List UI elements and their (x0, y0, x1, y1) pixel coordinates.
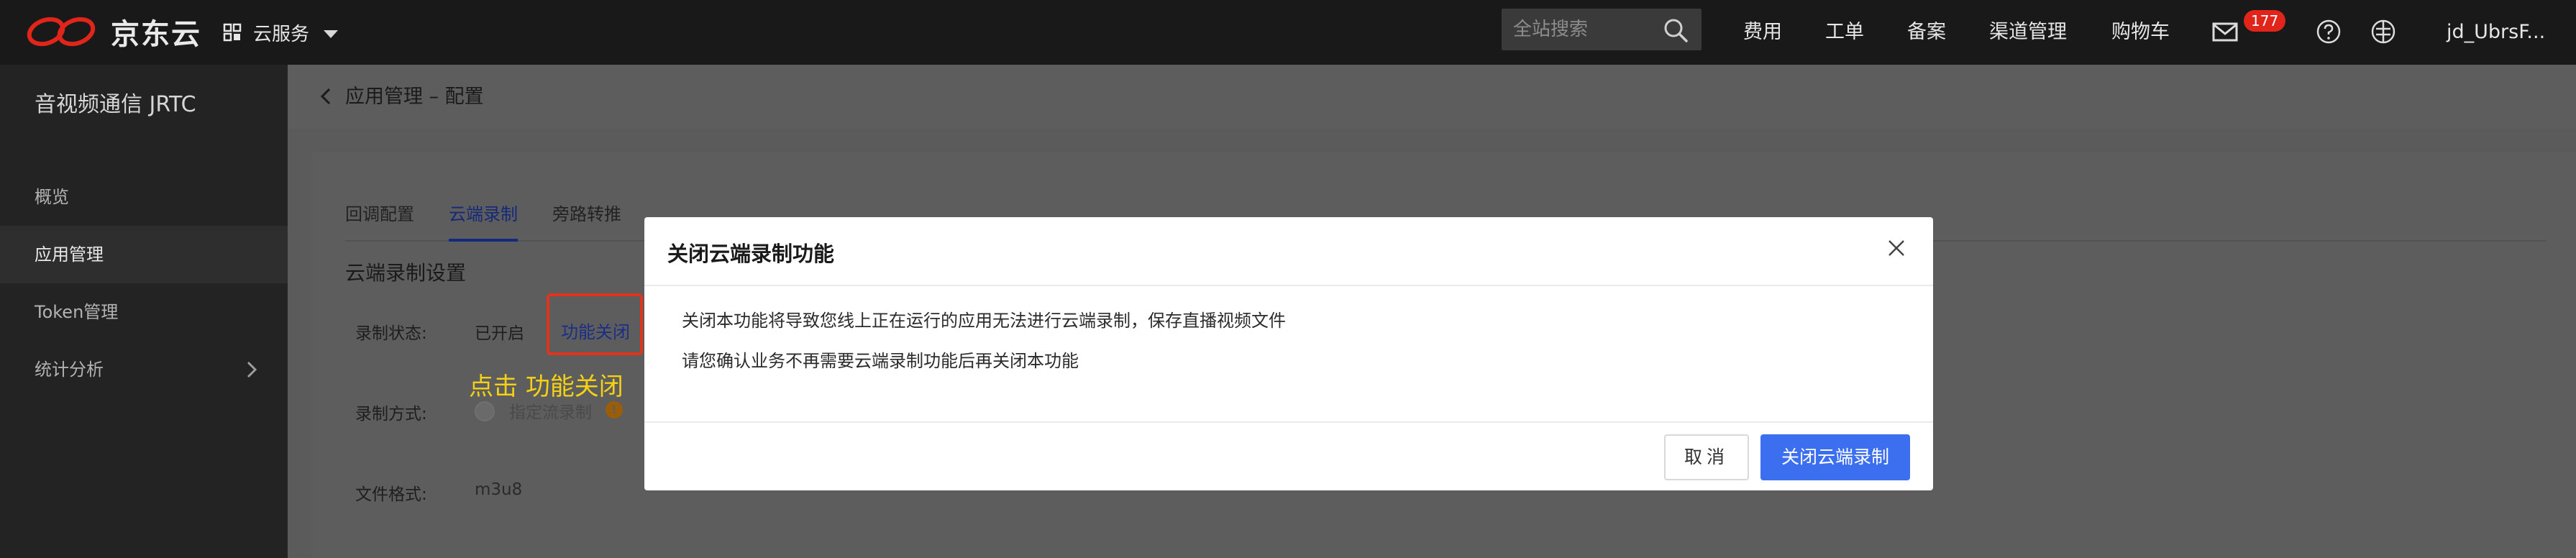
chevron-down-icon (324, 29, 339, 38)
dialog-message-line-2: 请您确认业务不再需要云端录制功能后再关闭本功能 (682, 351, 1079, 371)
sidebar-item-app-management[interactable]: 应用管理 (0, 226, 288, 283)
chevron-right-icon (247, 361, 257, 378)
globe-icon[interactable] (2369, 17, 2398, 46)
annotation-hint: 点击 功能关闭 (469, 372, 624, 401)
info-icon[interactable]: ! (606, 401, 623, 418)
sidebar-item-overview[interactable]: 概览 (0, 168, 288, 226)
grid-icon (223, 23, 242, 42)
file-format-label: 文件格式: (355, 485, 427, 504)
recording-method-label: 录制方式: (355, 405, 427, 424)
top-navigation-bar: 京东云 云服务 费用 工单 备案 渠道管理 购物车 177 (0, 0, 2576, 65)
logo[interactable]: 京东云 (24, 13, 201, 51)
nav-cart[interactable]: 购物车 (2111, 16, 2170, 49)
dialog-title: 关闭云端录制功能 (667, 242, 835, 266)
section-title: 云端录制设置 (345, 261, 467, 285)
confirm-dialog: 关闭云端录制功能 关闭本功能将导致您线上正在运行的应用无法进行云端录制，保存直播… (644, 217, 1933, 490)
sidebar-item-statistics[interactable]: 统计分析 (0, 341, 288, 398)
close-icon[interactable] (1886, 237, 1907, 259)
sidebar-item-label: Token管理 (35, 302, 119, 322)
sidebar-item-token-management[interactable]: Token管理 (0, 283, 288, 341)
notification-badge: 177 (2244, 10, 2286, 32)
confirm-disable-button[interactable]: 关闭云端录制 (1760, 434, 1910, 480)
chevron-left-icon[interactable] (316, 86, 337, 106)
file-format-value: m3u8 (475, 480, 523, 499)
service-menu[interactable]: 云服务 (223, 16, 339, 49)
jdcloud-logo-icon (27, 17, 96, 47)
service-menu-label: 云服务 (253, 23, 310, 45)
dialog-message-line-1: 关闭本功能将导致您线上正在运行的应用无法进行云端录制，保存直播视频文件 (682, 311, 1286, 331)
mail-icon[interactable] (2211, 17, 2239, 46)
stream-recording-radio[interactable] (475, 401, 495, 421)
annotation-highlight-box (547, 293, 643, 355)
recording-status-value: 已开启 (475, 324, 524, 343)
nav-fees[interactable]: 费用 (1743, 16, 1782, 49)
tab-callback-config[interactable]: 回调配置 (345, 200, 414, 229)
sidebar-item-label: 统计分析 (35, 360, 104, 380)
sidebar-item-label: 概览 (35, 187, 69, 207)
tab-cloud-recording[interactable]: 云端录制 (449, 200, 518, 229)
nav-channel-management[interactable]: 渠道管理 (1989, 16, 2067, 49)
recording-status-label: 录制状态: (355, 324, 427, 343)
cancel-button[interactable]: 取消 (1664, 434, 1749, 480)
logo-text: 京东云 (111, 18, 201, 51)
search-input[interactable] (1513, 9, 1650, 50)
sidebar-item-label: 应用管理 (35, 244, 104, 265)
global-search (1502, 9, 1702, 50)
sidebar: 音视频通信 JRTC 概览 应用管理 Token管理 统计分析 (0, 65, 288, 558)
help-icon[interactable] (2314, 17, 2343, 46)
page-header: 应用管理 – 配置 (288, 65, 2576, 129)
search-icon[interactable] (1663, 17, 1689, 43)
tab-bypass-push[interactable]: 旁路转推 (552, 200, 621, 229)
page-title: 应用管理 – 配置 (345, 86, 484, 108)
dialog-header-divider (644, 285, 1933, 286)
user-menu[interactable]: jd_UbrsF... (2447, 16, 2545, 49)
dialog-footer-divider (644, 421, 1933, 423)
nav-filing[interactable]: 备案 (1907, 16, 1946, 49)
active-tab-indicator (449, 239, 518, 242)
nav-tickets[interactable]: 工单 (1825, 16, 1864, 49)
sidebar-title: 音视频通信 JRTC (35, 92, 196, 117)
stream-recording-label: 指定流录制 (509, 403, 592, 422)
